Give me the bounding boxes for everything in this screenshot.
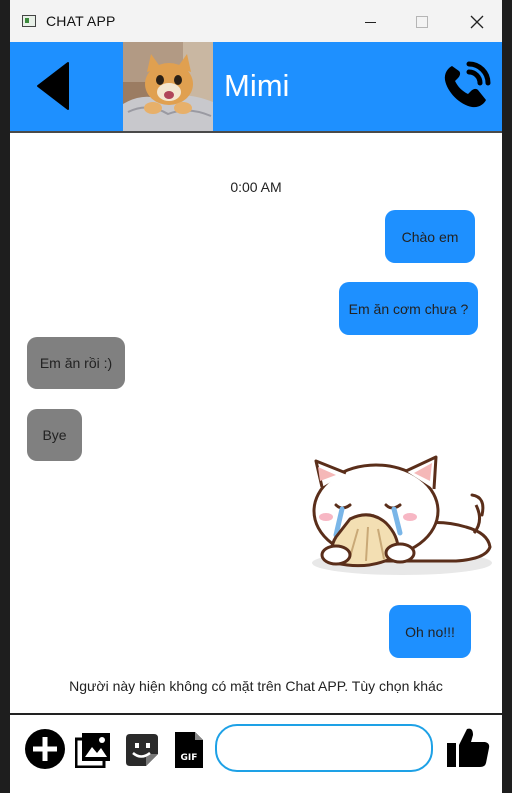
gif-label: GIF bbox=[181, 753, 198, 763]
message-text: Chào em bbox=[401, 228, 459, 245]
title-bar: CHAT APP bbox=[10, 0, 502, 42]
maximize-button[interactable] bbox=[399, 6, 445, 38]
app-icon bbox=[22, 15, 36, 27]
back-arrow-icon bbox=[37, 62, 69, 110]
gif-button[interactable]: GIF bbox=[173, 730, 205, 770]
thumbs-up-icon bbox=[447, 728, 490, 767]
message-timestamp: 0:00 AM bbox=[230, 179, 282, 195]
window-title: CHAT APP bbox=[46, 13, 116, 29]
gif-icon: GIF bbox=[175, 732, 203, 768]
crying-cat-sticker[interactable] bbox=[306, 445, 498, 581]
image-button[interactable] bbox=[74, 732, 111, 769]
message-bubble-outgoing[interactable]: Chào em bbox=[385, 210, 475, 263]
contact-name: Mimi bbox=[224, 68, 290, 103]
message-input[interactable] bbox=[215, 724, 433, 772]
message-text: Bye bbox=[42, 427, 67, 443]
phone-call-icon bbox=[444, 61, 491, 108]
sticker-button[interactable] bbox=[124, 732, 160, 768]
close-icon bbox=[470, 15, 484, 29]
sticker-icon bbox=[126, 734, 158, 766]
contact-avatar[interactable] bbox=[123, 42, 213, 131]
message-bubble-incoming[interactable]: Em ăn rồi :) bbox=[27, 337, 125, 389]
add-button[interactable] bbox=[25, 729, 65, 769]
back-button[interactable] bbox=[34, 60, 74, 112]
add-icon bbox=[25, 729, 65, 769]
chat-header: Mimi bbox=[10, 42, 502, 131]
message-text: Em ăn rồi :) bbox=[39, 355, 113, 371]
input-bar: GIF bbox=[10, 715, 502, 793]
close-button[interactable] bbox=[454, 6, 500, 38]
chat-app-window: CHAT APP Mimi 0:00 AM Chào em Em ăn cơm … bbox=[10, 0, 502, 793]
call-button[interactable] bbox=[440, 58, 494, 112]
status-notice: Người này hiện không có mặt trên Chat AP… bbox=[69, 678, 443, 694]
image-icon bbox=[74, 733, 110, 769]
message-text: Oh no!!! bbox=[405, 623, 455, 640]
like-button[interactable] bbox=[445, 725, 491, 769]
message-text: Em ăn cơm chưa ? bbox=[348, 300, 469, 317]
message-bubble-outgoing[interactable]: Oh no!!! bbox=[389, 605, 471, 658]
minimize-button[interactable] bbox=[347, 6, 393, 38]
message-area[interactable]: 0:00 AM Chào em Em ăn cơm chưa ? Em ăn r… bbox=[10, 133, 502, 713]
cat-photo bbox=[123, 42, 213, 131]
message-bubble-incoming[interactable]: Bye bbox=[27, 409, 82, 461]
message-bubble-outgoing[interactable]: Em ăn cơm chưa ? bbox=[339, 282, 478, 335]
